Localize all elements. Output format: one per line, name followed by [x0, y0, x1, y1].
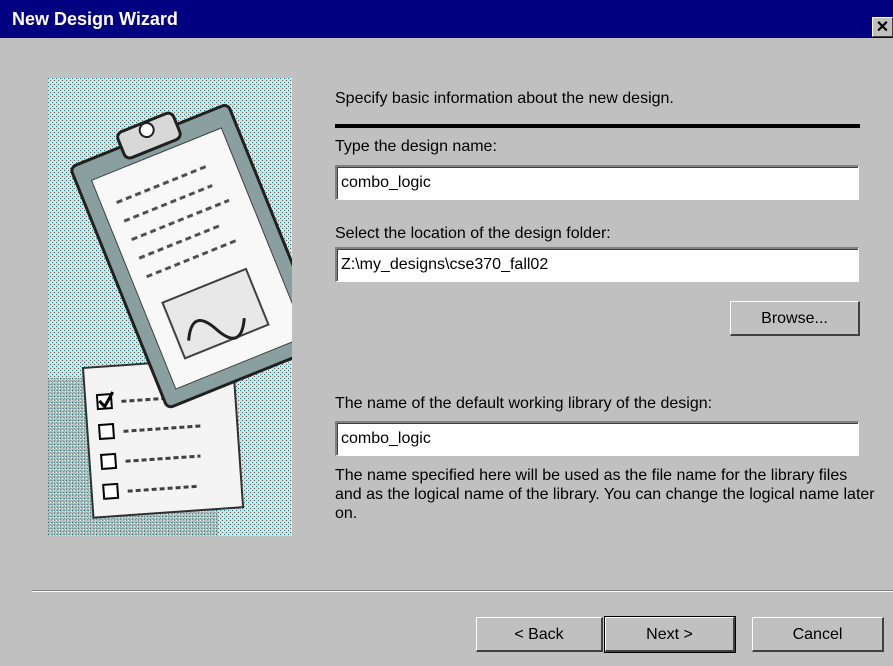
clipboard-checklist-icon	[48, 78, 292, 536]
library-help-text: The name specified here will be used as …	[335, 467, 875, 522]
cancel-button[interactable]: Cancel	[752, 617, 884, 652]
window-title: New Design Wizard	[12, 9, 178, 29]
title-bar: New Design Wizard ✕	[0, 0, 893, 38]
library-name-input[interactable]: combo_logic	[335, 421, 859, 456]
design-name-input[interactable]: combo_logic	[335, 165, 859, 200]
heading-rule	[335, 124, 860, 128]
intro-text: Specify basic information about the new …	[335, 90, 674, 107]
design-name-label: Type the design name:	[335, 138, 497, 155]
next-button[interactable]: Next >	[604, 616, 736, 653]
footer-separator	[32, 590, 893, 592]
close-icon: ✕	[875, 19, 890, 36]
design-folder-input[interactable]: Z:\my_designs\cse370_fall02	[335, 247, 859, 282]
close-button[interactable]: ✕	[872, 17, 893, 37]
library-label: The name of the default working library …	[335, 395, 713, 412]
back-button[interactable]: < Back	[476, 617, 603, 652]
design-folder-label: Select the location of the design folder…	[335, 225, 611, 242]
browse-button[interactable]: Browse...	[730, 301, 860, 336]
